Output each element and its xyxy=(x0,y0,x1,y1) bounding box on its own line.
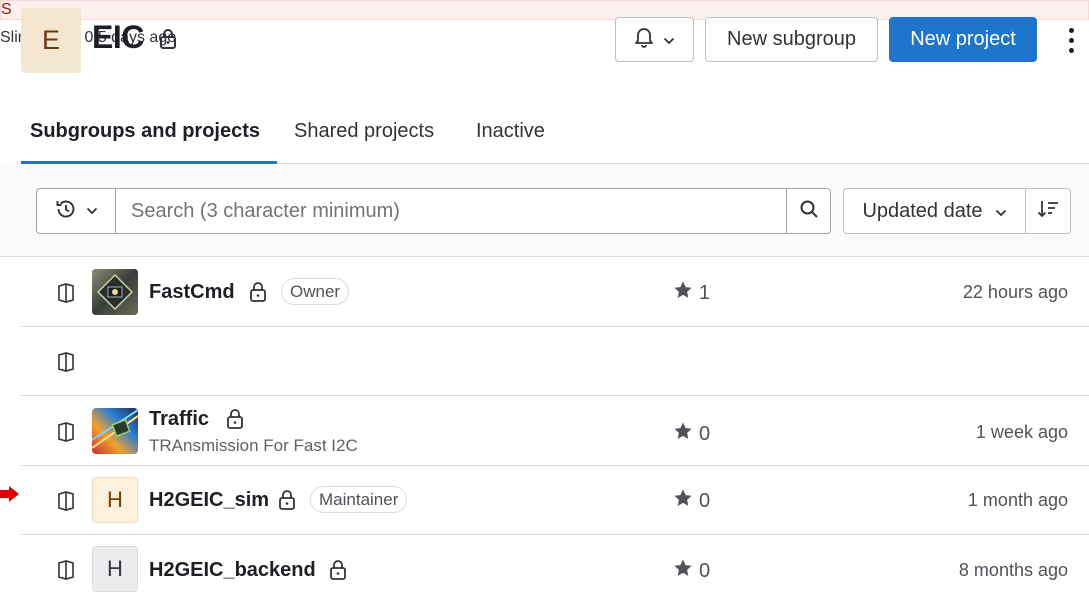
role-badge: Maintainer xyxy=(310,486,408,513)
project-row[interactable]: FastCmd Owner 1 22 hours ago xyxy=(21,258,1089,327)
chevron-down-icon xyxy=(86,202,98,220)
star-count-value: 1 xyxy=(699,281,711,304)
updated-time: 1 month ago xyxy=(967,490,1068,510)
project-name[interactable]: H2GEIC_backend xyxy=(149,559,316,582)
recent-searches-button[interactable] xyxy=(36,188,116,234)
sort-by-dropdown[interactable]: Updated date xyxy=(843,188,1026,234)
project-avatar[interactable]: H xyxy=(92,477,138,523)
sort-by-label: Updated date xyxy=(862,199,983,222)
project-avatar[interactable]: H xyxy=(92,546,138,592)
bell-icon xyxy=(634,26,654,54)
project-name[interactable]: FastCmd xyxy=(149,281,235,304)
updated-time: 1 week ago xyxy=(975,422,1068,442)
project-name[interactable]: Traffic xyxy=(149,408,209,431)
star-icon xyxy=(673,421,693,447)
lock-icon xyxy=(277,489,297,516)
updated-time: 22 hours ago xyxy=(962,282,1068,302)
project-icon xyxy=(57,421,75,448)
sort-lowest-icon xyxy=(1036,198,1060,225)
star-count-value: 0 xyxy=(699,422,711,445)
search-input[interactable] xyxy=(115,188,787,234)
chevron-down-icon xyxy=(995,200,1007,223)
project-row[interactable]: H H2GEIC_backend 0 8 months ago xyxy=(21,535,1089,592)
star-icon xyxy=(673,488,693,514)
role-badge: Owner xyxy=(281,278,350,305)
star-icon xyxy=(673,280,693,306)
tab-shared-projects[interactable]: Shared projects xyxy=(294,120,434,143)
star-icon xyxy=(673,558,693,584)
chevron-down-icon xyxy=(663,28,675,51)
group-title[interactable]: EIC xyxy=(92,19,144,56)
new-subgroup-button[interactable]: New subgroup xyxy=(705,17,878,62)
lock-icon xyxy=(158,28,178,55)
group-avatar[interactable]: E xyxy=(21,8,81,73)
project-row[interactable]: Traffic TRAnsmission For Fast I2C 0 1 we… xyxy=(21,396,1089,466)
project-avatar[interactable] xyxy=(92,408,138,454)
project-row[interactable] xyxy=(21,327,1089,396)
annotation-arrow-icon xyxy=(0,486,20,507)
tab-subgroups-and-projects[interactable]: Subgroups and projects xyxy=(30,120,260,143)
history-icon xyxy=(54,197,78,226)
sort-direction-button[interactable] xyxy=(1025,188,1071,234)
lock-icon xyxy=(248,281,268,308)
project-row[interactable]: H H2GEIC_sim Maintainer 0 1 month ago xyxy=(21,466,1089,535)
new-project-button[interactable]: New project xyxy=(889,17,1037,62)
star-count[interactable]: 0 xyxy=(673,488,710,514)
star-count-value: 0 xyxy=(699,559,711,582)
star-count[interactable]: 0 xyxy=(673,558,710,584)
star-count[interactable]: 0 xyxy=(673,421,710,447)
project-name[interactable]: H2GEIC_sim xyxy=(149,489,269,512)
search-button[interactable] xyxy=(786,188,831,234)
tab-inactive[interactable]: Inactive xyxy=(476,120,545,143)
lock-icon xyxy=(225,408,245,435)
project-icon xyxy=(57,351,75,378)
project-avatar[interactable] xyxy=(92,269,138,315)
updated-time: 8 months ago xyxy=(958,560,1068,580)
star-count-value: 0 xyxy=(699,489,711,512)
project-icon xyxy=(57,282,75,309)
project-description: TRAnsmission For Fast I2C xyxy=(149,436,358,455)
search-icon xyxy=(799,199,819,224)
more-actions-kebab-icon[interactable] xyxy=(1059,22,1083,58)
lock-icon xyxy=(328,559,348,586)
notification-settings-button[interactable] xyxy=(615,17,694,62)
star-count[interactable]: 1 xyxy=(673,280,710,306)
project-icon xyxy=(57,490,75,517)
project-icon xyxy=(57,559,75,586)
